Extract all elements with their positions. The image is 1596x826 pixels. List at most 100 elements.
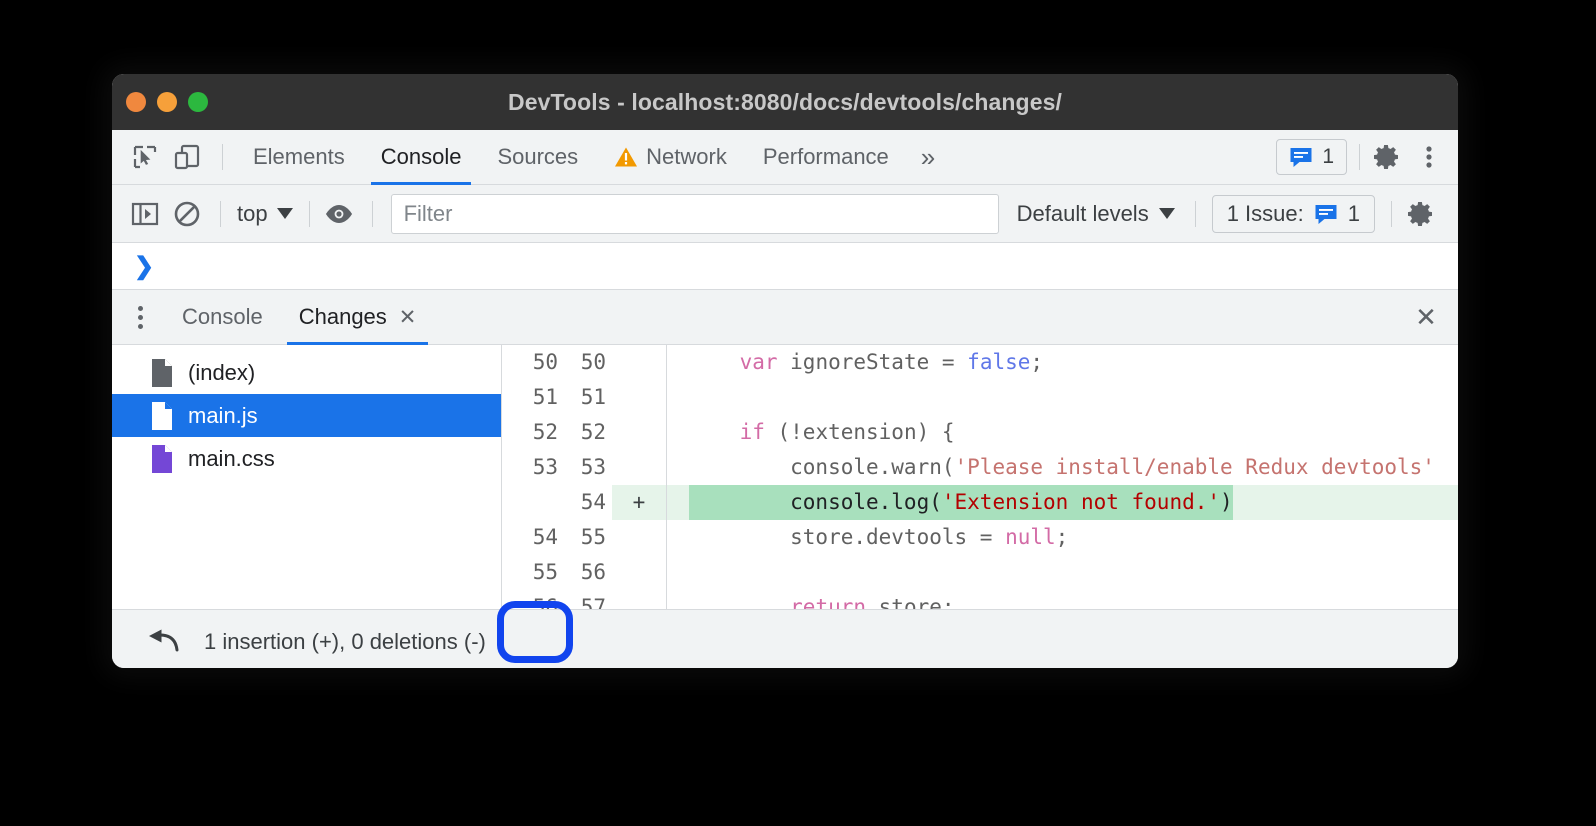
clear-console-icon[interactable]	[168, 195, 206, 233]
diff-new-line-number: 57	[564, 590, 612, 609]
chevron-down-icon	[277, 208, 293, 219]
device-toolbar-icon[interactable]	[168, 138, 206, 176]
diff-change-marker: +	[612, 485, 666, 520]
console-sidebar-toggle-icon[interactable]	[126, 195, 164, 233]
diff-old-line-number: 50	[502, 345, 564, 380]
list-item[interactable]: (index)	[112, 351, 501, 394]
tab-elements[interactable]: Elements	[235, 130, 363, 185]
diff-new-line-number: 52	[564, 415, 612, 450]
more-options-icon[interactable]	[1410, 138, 1448, 176]
issues-bar-button[interactable]: 1 Issue: 1	[1212, 195, 1375, 233]
diff-new-line-number: 56	[564, 555, 612, 590]
console-toolbar-divider-1	[220, 201, 221, 227]
screenshot-stage: DevTools - localhost:8080/docs/devtools/…	[0, 0, 1596, 826]
code-token	[689, 345, 740, 380]
tab-elements-label: Elements	[253, 144, 345, 170]
inspect-element-icon[interactable]	[126, 138, 164, 176]
devtools-window: DevTools - localhost:8080/docs/devtools/…	[112, 74, 1458, 668]
main-toolbar: Elements Console Sources Network	[112, 130, 1458, 185]
console-settings-gear-icon[interactable]	[1402, 195, 1440, 233]
diff-row: 5050 var ignoreState = false;	[502, 345, 1458, 380]
changes-panel: (index) main.js	[112, 345, 1458, 609]
document-icon	[150, 444, 174, 474]
console-toolbar-divider-3	[372, 201, 373, 227]
code-token: 'Extension not found.'	[942, 490, 1220, 514]
issues-bar-count: 1	[1348, 201, 1360, 227]
diff-viewer[interactable]: 5050 var ignoreState = false;51515252 if…	[502, 345, 1458, 609]
document-icon	[150, 358, 174, 388]
code-token: ;	[1056, 520, 1069, 555]
code-token: return	[790, 590, 866, 609]
window-title: DevTools - localhost:8080/docs/devtools/…	[112, 89, 1458, 116]
revert-button[interactable]	[134, 619, 190, 665]
document-icon	[150, 401, 174, 431]
tab-performance[interactable]: Performance	[745, 130, 907, 185]
tab-performance-label: Performance	[763, 144, 889, 170]
list-item[interactable]: main.css	[112, 437, 501, 480]
changes-summary: 1 insertion (+), 0 deletions (-)	[204, 629, 486, 655]
diff-old-line-number: 53	[502, 450, 564, 485]
prompt-chevron-icon: ❯	[134, 252, 154, 281]
code-token: ;	[1030, 345, 1043, 380]
execution-context-selector[interactable]: top	[231, 201, 299, 227]
close-icon[interactable]: ✕	[399, 307, 417, 328]
warning-triangle-icon	[614, 146, 638, 168]
diff-row: 5252 if (!extension) {	[502, 415, 1458, 450]
code-token	[689, 415, 740, 450]
diff-new-line-number: 50	[564, 345, 612, 380]
execution-context-value: top	[237, 201, 268, 227]
code-token: ignoreState =	[778, 345, 968, 380]
diff-inserted-text: console.log('Extension not found.')	[689, 485, 1233, 520]
window-titlebar: DevTools - localhost:8080/docs/devtools/…	[112, 74, 1458, 130]
diff-new-line-number: 51	[564, 380, 612, 415]
tab-console-label: Console	[381, 144, 462, 170]
diff-code-line: console.warn('Please install/enable Redu…	[666, 450, 1458, 485]
code-token: 'Please install/enable Redux devtools'	[955, 450, 1435, 485]
close-window-button[interactable]	[126, 92, 146, 112]
tab-console[interactable]: Console	[363, 130, 480, 185]
file-name: (index)	[188, 360, 255, 386]
list-item[interactable]: main.js	[112, 394, 501, 437]
code-token: )	[1220, 490, 1233, 514]
filter-input[interactable]: Filter	[391, 194, 999, 234]
minimize-window-button[interactable]	[157, 92, 177, 112]
chevron-down-icon	[1159, 208, 1175, 219]
filter-placeholder: Filter	[404, 201, 453, 227]
diff-row: 5151	[502, 380, 1458, 415]
diff-row: 5657 return store;	[502, 590, 1458, 609]
drawer-more-tools-icon[interactable]	[122, 297, 158, 337]
console-toolbar-divider-5	[1391, 201, 1392, 227]
log-levels-selector[interactable]: Default levels	[1007, 201, 1185, 227]
diff-row: 54+ console.log('Extension not found.')	[502, 485, 1458, 520]
close-drawer-icon[interactable]: ✕	[1404, 295, 1448, 339]
drawer-tab-console[interactable]: Console	[164, 290, 281, 345]
diff-code-line	[666, 380, 1458, 415]
code-token: store.devtools =	[689, 520, 1005, 555]
gear-icon[interactable]	[1368, 138, 1406, 176]
traffic-lights	[126, 74, 208, 130]
diff-code-line: var ignoreState = false;	[666, 345, 1458, 380]
tab-network[interactable]: Network	[596, 130, 745, 185]
drawer-tab-changes[interactable]: Changes ✕	[281, 290, 435, 345]
console-toolbar-divider-4	[1195, 201, 1196, 227]
console-toolbar-divider-2	[309, 201, 310, 227]
code-token: if	[740, 415, 765, 450]
maximize-window-button[interactable]	[188, 92, 208, 112]
diff-code-line: return store;	[666, 590, 1458, 609]
drawer-tabbar: Console Changes ✕ ✕	[112, 290, 1458, 345]
issues-counter-button[interactable]: 1	[1276, 139, 1347, 175]
issues-bar-label: 1 Issue:	[1227, 201, 1304, 227]
issues-count: 1	[1322, 145, 1334, 169]
file-name: main.css	[188, 446, 275, 472]
console-prompt-row[interactable]: ❯	[112, 243, 1458, 290]
diff-new-line-number: 53	[564, 450, 612, 485]
code-token: false	[967, 345, 1030, 380]
more-tabs-button[interactable]: »	[907, 130, 949, 185]
live-expression-eye-icon[interactable]	[320, 195, 358, 233]
diff-row: 5556	[502, 555, 1458, 590]
toolbar-divider	[222, 144, 223, 170]
diff-row: 5353 console.warn('Please install/enable…	[502, 450, 1458, 485]
changed-files-list: (index) main.js	[112, 345, 502, 609]
code-token: console.warn(	[689, 450, 955, 485]
tab-sources[interactable]: Sources	[479, 130, 596, 185]
